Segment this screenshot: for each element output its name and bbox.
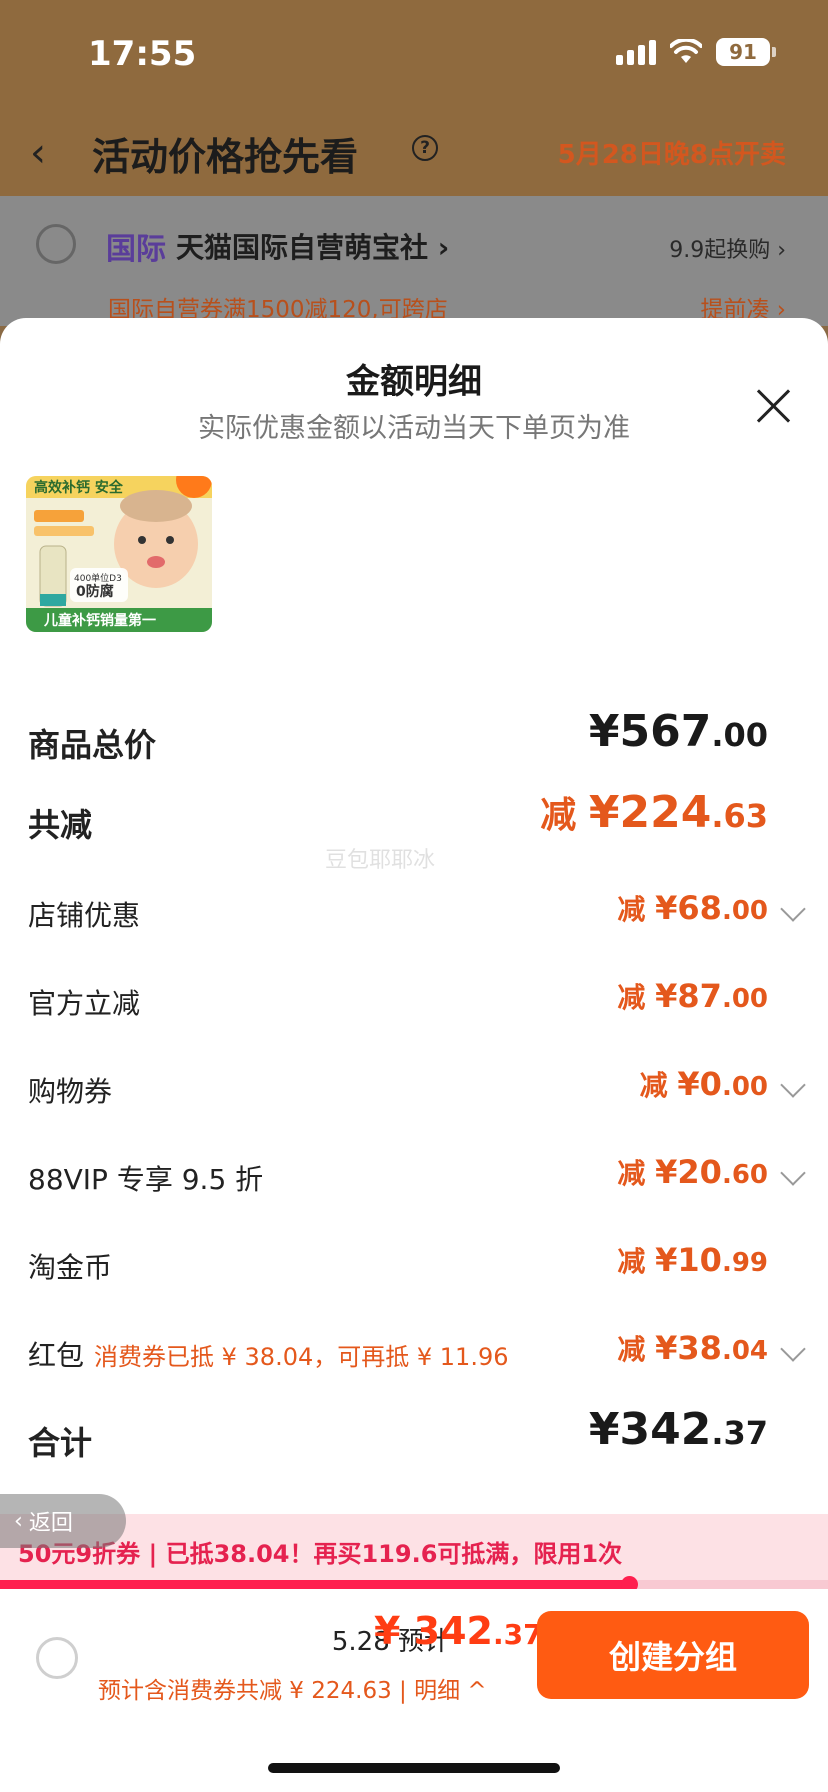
detail-toggle[interactable]: 预计含消费券共减 ¥ 224.63 | 明细 ^ [98,1671,487,1705]
row-shopping-voucher[interactable]: 购物券 减 ¥0.00 [0,1050,828,1130]
row-label: 共减 [28,806,93,844]
chevron-down-icon[interactable] [780,1160,806,1186]
row-label: 购物券 [28,1075,113,1108]
sheet-subtitle: 实际优惠金额以活动当天下单页为准 [198,413,630,444]
row-value: ¥342.37 [588,1404,768,1455]
select-all-radio[interactable] [36,1637,78,1679]
back-pill-button[interactable]: ‹ 返回 [0,1494,126,1548]
store-name[interactable]: 天猫国际自营萌宝社 › [176,226,449,266]
row-label: 官方立减 [28,987,141,1020]
row-grand-total: 合计 ¥342.37 [0,1404,828,1484]
coupon-progress [0,1576,828,1593]
checkout-footer: 5.28 预计 ¥ 342.37 预计含消费券共减 ¥ 224.63 | 明细 … [0,1589,828,1792]
row-88vip[interactable]: 88VIP 专享 9.5 折 减 ¥20.60 [0,1138,828,1218]
status-icons: 91 [616,38,776,66]
signal-icon [616,39,656,65]
row-label: 淘金币 [28,1251,113,1284]
swap-link[interactable]: 9.9起换购 › [669,232,786,264]
red-packet-note: 消费券已抵 ¥ 38.04，可再抵 ¥ 11.96 [94,1343,509,1371]
row-value: 减 ¥224.63 [540,787,768,838]
create-group-button[interactable]: 创建分组 [537,1611,809,1699]
back-pill-label: 返回 [28,1511,73,1536]
close-icon[interactable] [754,386,794,426]
product-banner: 儿童补钙销量第一 [43,612,156,629]
status-bar: 17:55 91 [0,0,828,110]
row-label: 88VIP 专享 9.5 折 [28,1163,264,1196]
row-label: 商品总价 [28,726,157,764]
intl-badge: 国际 [106,232,166,267]
progress-fill [0,1580,630,1589]
product-headline: 高效补钙 安全 [34,479,124,496]
nav-bar: ‹ 活动价格抢先看 ? 5月28日晚8点开卖 [0,110,828,196]
product-illustration: 高效补钙 安全 400单位D3 0防腐 儿童补钙销量第一 [26,476,212,632]
product-image: 高效补钙 安全 400单位D3 0防腐 儿童补钙销量第一 [26,476,212,632]
watermark: 豆包耶耶冰 [325,848,436,873]
chevron-left-icon: ‹ [14,1508,23,1534]
status-time: 17:55 [88,34,197,74]
back-arrow-icon[interactable]: ‹ [30,130,46,176]
battery-icon: 91 [716,38,776,66]
row-label: 红包 消费券已抵 ¥ 38.04，可再抵 ¥ 11.96 [28,1339,509,1372]
row-value: 减 ¥0.00 [639,1065,768,1103]
chevron-down-icon[interactable] [780,1336,806,1362]
row-official-discount: 官方立减 减 ¥87.00 [0,962,828,1042]
row-goods-total: 商品总价 ¥567.00 [0,706,828,786]
row-store-discount[interactable]: 店铺优惠 减 ¥68.00 [0,874,828,954]
chevron-down-icon[interactable] [780,896,806,922]
home-indicator [268,1763,560,1773]
row-label: 店铺优惠 [28,899,141,932]
row-red-packet[interactable]: 红包 消费券已抵 ¥ 38.04，可再抵 ¥ 11.96 减 ¥38.04 [0,1314,828,1394]
row-value: 减 ¥87.00 [617,977,768,1015]
row-taojinbi: 淘金币 减 ¥10.99 [0,1226,828,1306]
page-title: 活动价格抢先看 [92,135,359,179]
sale-time: 5月28日晚8点开卖 [557,140,786,170]
row-label: 合计 [28,1424,93,1462]
sheet-title: 金额明细 [346,362,482,402]
chevron-down-icon[interactable] [780,1072,806,1098]
wifi-icon [670,39,702,63]
row-value: 减 ¥10.99 [617,1241,768,1279]
help-icon[interactable]: ? [412,135,438,161]
row-value: 减 ¥20.60 [617,1153,768,1191]
store-select-radio[interactable] [36,224,76,264]
store-card: 国际 天猫国际自营萌宝社 › 9.9起换购 › 国际自营券满1500减120,可… [0,196,828,326]
row-value: 减 ¥68.00 [617,889,768,927]
row-value: 减 ¥38.04 [617,1329,768,1367]
row-value: ¥567.00 [588,706,768,757]
estimate-price: ¥ 342.37 [374,1609,543,1653]
